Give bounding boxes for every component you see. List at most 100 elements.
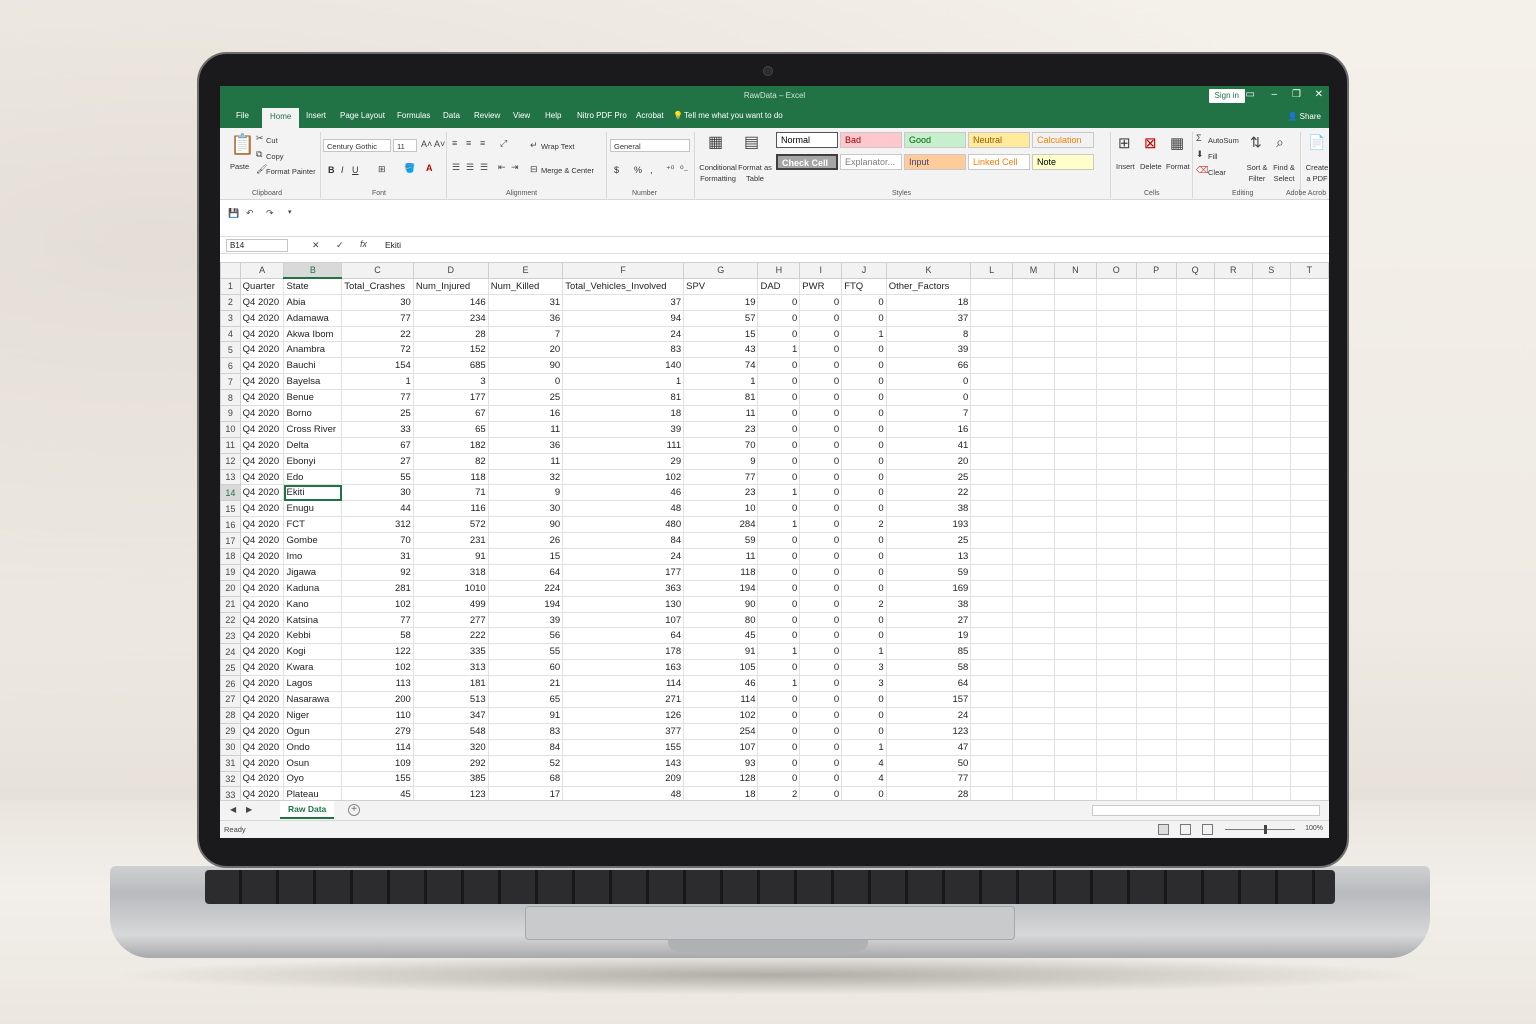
cell-i24[interactable]: 0 bbox=[799, 643, 843, 661]
cell-b10[interactable]: Cross River bbox=[283, 420, 343, 438]
row-header[interactable]: 18 bbox=[220, 548, 241, 565]
cell-b23[interactable]: Kebbi bbox=[283, 627, 343, 645]
cell-g4[interactable]: 15 bbox=[683, 325, 759, 343]
cell-p31[interactable] bbox=[1135, 754, 1177, 772]
cell-h28[interactable]: 0 bbox=[757, 706, 801, 724]
cell-l31[interactable] bbox=[970, 754, 1014, 772]
tab-page-layout[interactable]: Page Layout bbox=[340, 111, 385, 120]
cell-s31[interactable] bbox=[1251, 754, 1291, 772]
cell-f21[interactable]: 130 bbox=[562, 595, 685, 613]
cell-t18[interactable] bbox=[1289, 548, 1329, 565]
zoom-level[interactable]: 100% bbox=[1305, 825, 1323, 832]
cell-k4[interactable]: 8 bbox=[885, 325, 972, 343]
cell-e8[interactable]: 25 bbox=[487, 389, 564, 407]
cell-i16[interactable]: 0 bbox=[799, 516, 843, 534]
cell-q20[interactable] bbox=[1175, 579, 1215, 597]
cell-p28[interactable] bbox=[1135, 706, 1177, 724]
font-color-icon[interactable]: A bbox=[426, 163, 433, 173]
cell-r10[interactable] bbox=[1213, 420, 1253, 438]
cell-k28[interactable]: 24 bbox=[885, 706, 972, 724]
cell-g17[interactable]: 59 bbox=[683, 532, 759, 550]
cell-style-bad[interactable]: Bad bbox=[840, 132, 902, 148]
cell-e16[interactable]: 90 bbox=[487, 516, 564, 534]
select-all-corner[interactable] bbox=[220, 262, 241, 279]
cell-r7[interactable] bbox=[1213, 373, 1253, 391]
cell-d11[interactable]: 182 bbox=[412, 436, 489, 454]
row-header[interactable]: 6 bbox=[220, 357, 241, 375]
cell-i1[interactable]: PWR bbox=[799, 277, 843, 295]
cell-k27[interactable]: 157 bbox=[885, 691, 972, 708]
cell-f9[interactable]: 18 bbox=[562, 405, 685, 422]
cell-c30[interactable]: 114 bbox=[341, 738, 414, 756]
cell-t33[interactable] bbox=[1289, 786, 1329, 800]
cell-n27[interactable] bbox=[1053, 691, 1097, 708]
cell-t26[interactable] bbox=[1289, 675, 1329, 693]
cell-i12[interactable]: 0 bbox=[799, 452, 843, 470]
cell-s12[interactable] bbox=[1251, 452, 1291, 470]
cell-m6[interactable] bbox=[1012, 357, 1055, 375]
row-header[interactable]: 19 bbox=[220, 563, 241, 581]
cell-t21[interactable] bbox=[1289, 595, 1329, 613]
cell-f18[interactable]: 24 bbox=[562, 548, 685, 565]
cell-l27[interactable] bbox=[970, 691, 1014, 708]
clear-icon[interactable]: ⌫ bbox=[1196, 165, 1209, 176]
cell-j29[interactable]: 0 bbox=[841, 722, 887, 740]
cell-d14[interactable]: 71 bbox=[412, 484, 489, 502]
row-header[interactable]: 27 bbox=[220, 691, 241, 708]
cell-i20[interactable]: 0 bbox=[799, 579, 843, 597]
cell-n33[interactable] bbox=[1053, 786, 1097, 800]
cell-g10[interactable]: 23 bbox=[683, 420, 759, 438]
cell-q11[interactable] bbox=[1175, 436, 1215, 454]
cell-o30[interactable] bbox=[1095, 738, 1137, 756]
cell-q21[interactable] bbox=[1175, 595, 1215, 613]
cell-o20[interactable] bbox=[1095, 579, 1137, 597]
cell-k8[interactable]: 0 bbox=[885, 389, 972, 407]
cell-q6[interactable] bbox=[1175, 357, 1215, 375]
cell-a2[interactable]: Q4 2020 bbox=[239, 293, 285, 311]
cell-t25[interactable] bbox=[1289, 659, 1329, 677]
cell-c22[interactable]: 77 bbox=[341, 611, 414, 629]
cell-c32[interactable]: 155 bbox=[341, 770, 414, 788]
cell-r26[interactable] bbox=[1213, 675, 1253, 693]
cell-c4[interactable]: 22 bbox=[341, 325, 414, 343]
cell-a21[interactable]: Q4 2020 bbox=[239, 595, 285, 613]
row-header[interactable]: 13 bbox=[220, 468, 241, 486]
cell-h13[interactable]: 0 bbox=[757, 468, 801, 486]
prev-sheet-icon[interactable]: ◀ bbox=[230, 805, 236, 814]
cell-h31[interactable]: 0 bbox=[757, 754, 801, 772]
cell-e31[interactable]: 52 bbox=[487, 754, 564, 772]
cell-k6[interactable]: 66 bbox=[885, 357, 972, 375]
cell-c18[interactable]: 31 bbox=[341, 548, 414, 565]
cell-c8[interactable]: 77 bbox=[341, 389, 414, 407]
minimize-icon[interactable]: – bbox=[1271, 89, 1277, 100]
cell-c14[interactable]: 30 bbox=[341, 484, 414, 502]
cell-k11[interactable]: 41 bbox=[885, 436, 972, 454]
paste-button[interactable]: Paste bbox=[230, 162, 249, 171]
cell-h26[interactable]: 1 bbox=[757, 675, 801, 693]
cell-f25[interactable]: 163 bbox=[562, 659, 685, 677]
increase-font-icon[interactable]: A˄ bbox=[421, 139, 432, 149]
cell-p7[interactable] bbox=[1135, 373, 1177, 391]
cell-e26[interactable]: 21 bbox=[487, 675, 564, 693]
cell-o3[interactable] bbox=[1095, 309, 1137, 327]
cell-p33[interactable] bbox=[1135, 786, 1177, 800]
cell-p1[interactable] bbox=[1135, 277, 1177, 295]
cell-q5[interactable] bbox=[1175, 341, 1215, 359]
cell-l8[interactable] bbox=[970, 389, 1014, 407]
row-header[interactable]: 20 bbox=[220, 579, 241, 597]
cell-m32[interactable] bbox=[1012, 770, 1055, 788]
cell-i29[interactable]: 0 bbox=[799, 722, 843, 740]
cell-h9[interactable]: 0 bbox=[757, 405, 801, 422]
cell-a20[interactable]: Q4 2020 bbox=[239, 579, 285, 597]
cell-h8[interactable]: 0 bbox=[757, 389, 801, 407]
align-center-icon[interactable]: ☰ bbox=[466, 162, 474, 173]
row-header[interactable]: 9 bbox=[220, 405, 241, 422]
cell-s33[interactable] bbox=[1251, 786, 1291, 800]
cell-j15[interactable]: 0 bbox=[841, 500, 887, 518]
cell-l19[interactable] bbox=[970, 563, 1014, 581]
cell-q13[interactable] bbox=[1175, 468, 1215, 486]
cell-j24[interactable]: 1 bbox=[841, 643, 887, 661]
cell-t23[interactable] bbox=[1289, 627, 1329, 645]
cell-e25[interactable]: 60 bbox=[487, 659, 564, 677]
cell-k29[interactable]: 123 bbox=[885, 722, 972, 740]
